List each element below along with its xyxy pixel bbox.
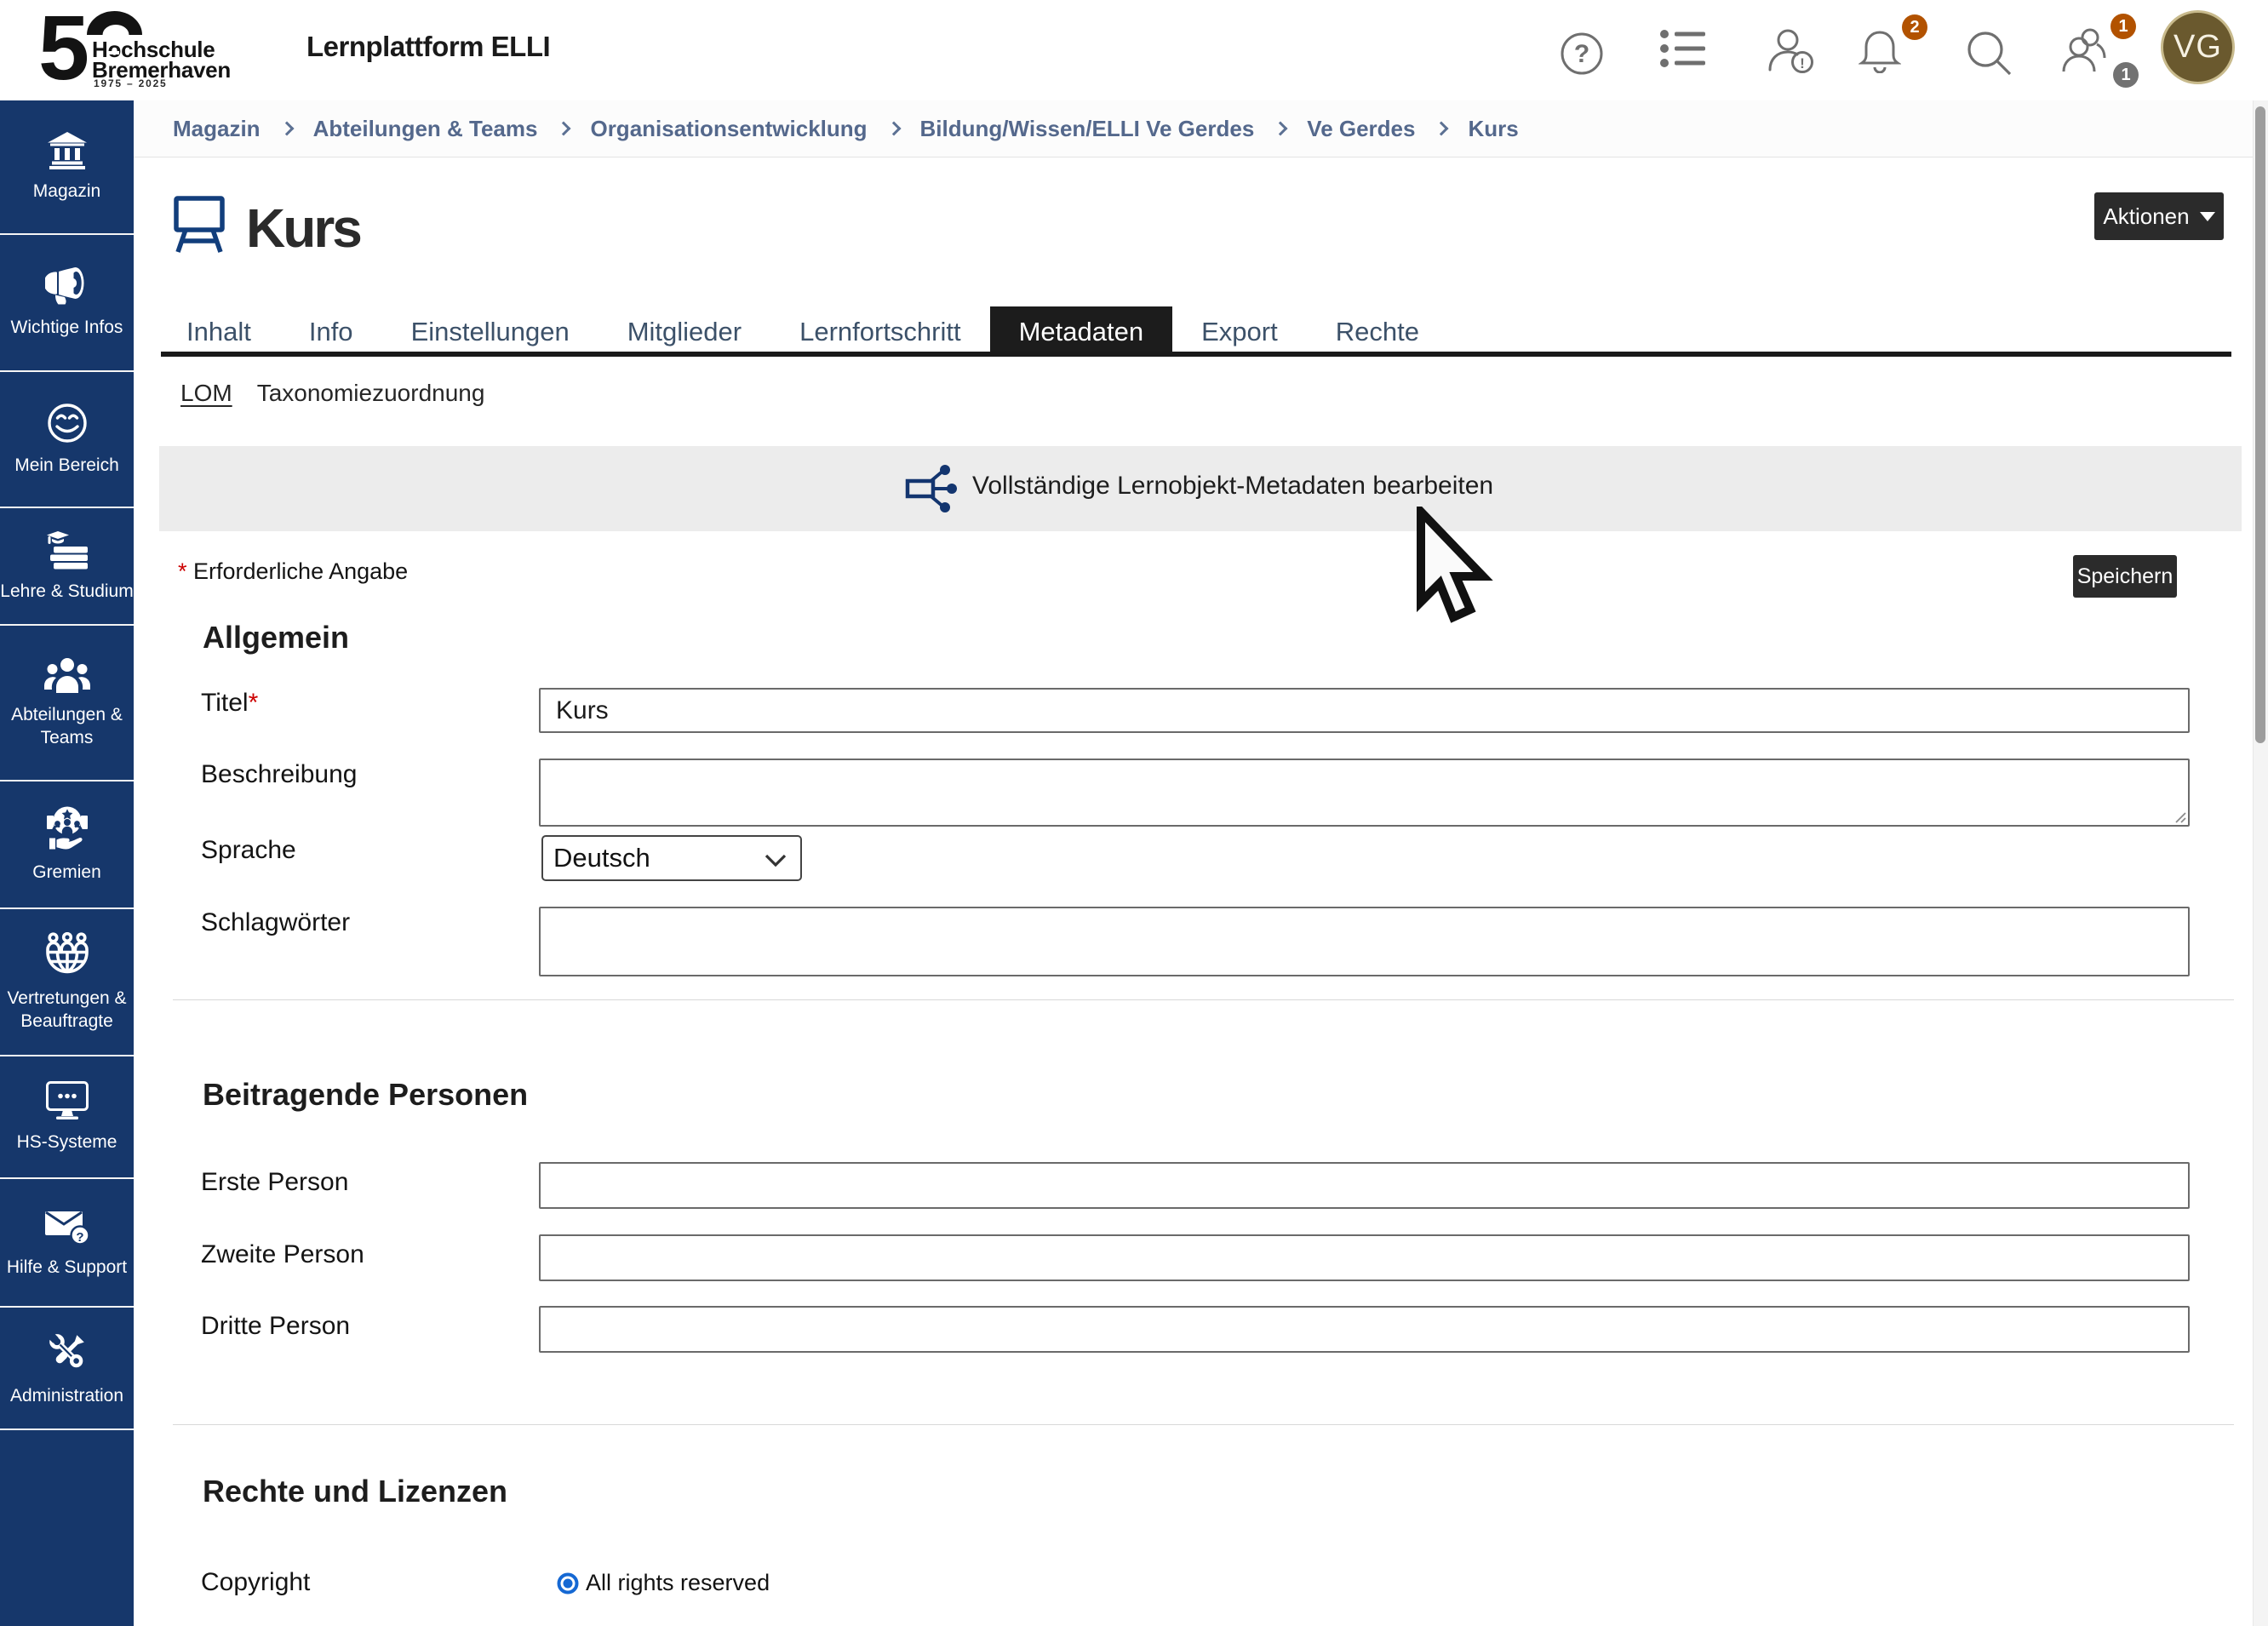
svg-text:?: ? (1574, 40, 1589, 68)
svg-text:!: ! (1800, 55, 1805, 72)
svg-text:?: ? (76, 1230, 83, 1245)
